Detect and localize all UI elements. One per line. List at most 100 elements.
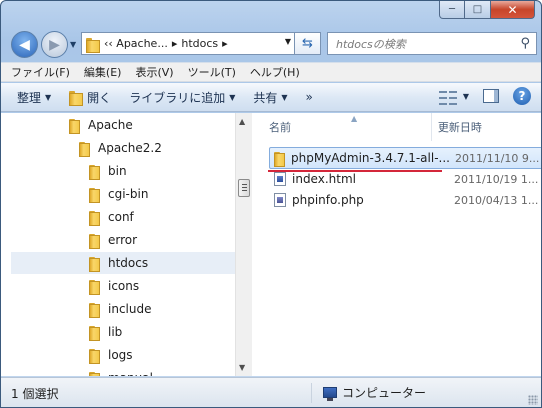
menu-help[interactable]: ヘルプ(H)	[250, 64, 300, 80]
grip-icon	[242, 184, 247, 185]
scroll-up-icon[interactable]: ▲	[239, 117, 245, 126]
tree-item-label: include	[108, 302, 152, 316]
file-row-phpmyadmin[interactable]: phpMyAdmin-3.4.7.1-all-... 2011/11/10 9.…	[268, 147, 541, 172]
navigation-scrollbar[interactable]: ▲ ▼	[235, 113, 252, 376]
open-label: 開く	[87, 90, 112, 105]
column-date-modified[interactable]: 更新日時	[432, 113, 541, 141]
tree-item-apache[interactable]: Apache	[69, 114, 133, 136]
scroll-down-icon[interactable]: ▼	[239, 363, 245, 372]
refresh-icon: ⇆	[302, 36, 313, 51]
tree-item-lib[interactable]: lib	[89, 321, 122, 343]
file-row-index-html[interactable]: index.html 2011/10/19 1...	[269, 168, 541, 190]
folder-icon	[89, 371, 100, 376]
status-bar: 1 個選択 コンピューター	[1, 377, 541, 407]
search-input[interactable]: htdocsの検索 ⚲	[327, 32, 537, 55]
sort-ascending-icon: ▲	[351, 114, 358, 123]
back-button[interactable]: ◀	[11, 31, 38, 58]
share-label: 共有	[253, 90, 278, 105]
folder-icon	[89, 302, 100, 318]
folder-icon	[89, 210, 100, 226]
caption-buttons: ─ □ ✕	[439, 1, 535, 21]
view-controls: ▼ ?	[438, 87, 531, 105]
tree-item-apache2.2[interactable]: Apache2.2	[79, 137, 162, 159]
menu-tools[interactable]: ツール(T)	[188, 64, 236, 80]
tree-item-htdocs[interactable]: htdocs	[11, 252, 235, 274]
menu-view[interactable]: 表示(V)	[135, 64, 173, 80]
tree-item-label: logs	[108, 348, 133, 362]
organize-label: 整理	[17, 90, 42, 105]
navigation-bar: ◀ ▶ ▼ ‹‹ Apache... ▸ htdocs ▸ ▼ ⇆ htdocs…	[9, 29, 537, 59]
folder-icon	[79, 141, 90, 157]
tree-item-label: icons	[108, 279, 140, 293]
address-separator[interactable]: ▸	[172, 37, 178, 50]
more-commands-label: »	[305, 90, 313, 104]
recent-pages-dropdown[interactable]: ▼	[70, 40, 76, 49]
tree-item-manual[interactable]: manual	[89, 367, 153, 376]
close-button[interactable]: ✕	[491, 1, 535, 19]
search-icon[interactable]: ⚲	[520, 36, 530, 51]
address-segment-current[interactable]: htdocs	[181, 37, 218, 50]
tree-item-label: htdocs	[108, 256, 149, 270]
address-dropdown-icon[interactable]: ▼	[285, 37, 291, 46]
status-divider	[311, 383, 312, 403]
folder-icon	[89, 187, 100, 203]
status-location: コンピューター	[323, 384, 426, 401]
menu-edit[interactable]: 編集(E)	[84, 64, 122, 80]
close-icon: ✕	[507, 2, 518, 17]
selection-count: 1 個選択	[11, 387, 59, 401]
forward-arrow-icon: ▶	[49, 36, 60, 53]
tree-item-error[interactable]: error	[89, 229, 137, 251]
column-date-label: 更新日時	[437, 121, 482, 134]
menu-bar: ファイル(F) 編集(E) 表示(V) ツール(T) ヘルプ(H)	[1, 62, 541, 82]
php-file-icon	[274, 193, 286, 207]
more-commands-button[interactable]: »	[306, 90, 313, 104]
help-icon[interactable]: ?	[513, 87, 531, 105]
folder-icon	[89, 256, 100, 272]
scroll-thumb[interactable]	[238, 179, 250, 197]
command-bar: 整理 ▼ 開く ライブラリに追加 ▼ 共有 ▼ » ▼ ?	[1, 83, 541, 112]
column-name[interactable]: ▲ 名前	[253, 113, 432, 141]
folder-icon	[86, 37, 100, 53]
tree-item-include[interactable]: include	[89, 298, 151, 320]
status-location-label: コンピューター	[342, 386, 427, 400]
tree-item-label: lib	[108, 325, 123, 339]
minimize-button[interactable]: ─	[439, 1, 465, 19]
tree-item-bin[interactable]: bin	[89, 160, 127, 182]
file-name: phpMyAdmin-3.4.7.1-all-...	[291, 151, 450, 165]
open-button[interactable]: 開く	[69, 89, 111, 106]
preview-pane-icon[interactable]	[483, 89, 499, 103]
folder-icon	[89, 348, 100, 364]
file-row-phpinfo-php[interactable]: phpinfo.php 2010/04/13 1...	[269, 189, 541, 211]
file-date: 2010/04/13 1...	[454, 193, 539, 207]
file-list-pane[interactable]: ▲ 名前 更新日時 phpMyAdmin-3.4.7.1-all-... 201…	[253, 113, 541, 376]
explorer-window: ─ □ ✕ ◀ ▶ ▼ ‹‹ Apache... ▸ htdocs ▸ ▼ ⇆ …	[0, 0, 542, 408]
tree-item-cgi-bin[interactable]: cgi-bin	[89, 183, 148, 205]
minimize-icon: ─	[448, 4, 456, 15]
chevron-down-icon: ▼	[462, 91, 469, 101]
tree-item-conf[interactable]: conf	[89, 206, 134, 228]
folder-icon	[89, 164, 100, 180]
tree-item-label: Apache2.2	[98, 141, 162, 155]
address-separator[interactable]: ▸	[222, 37, 228, 50]
tree-item-logs[interactable]: logs	[89, 344, 133, 366]
menu-file[interactable]: ファイル(F)	[11, 64, 70, 80]
computer-icon	[323, 387, 337, 401]
address-segment-parent[interactable]: ‹‹ Apache...	[104, 37, 168, 50]
tree-item-icons[interactable]: icons	[89, 275, 139, 297]
folder-icon	[69, 118, 80, 134]
open-folder-icon	[69, 90, 84, 106]
maximize-button[interactable]: □	[465, 1, 491, 19]
navigation-pane[interactable]: Apache Apache2.2 bin cgi-bin conf error	[1, 113, 235, 376]
refresh-button[interactable]: ⇆	[295, 32, 321, 55]
back-arrow-icon: ◀	[19, 36, 30, 53]
address-bar[interactable]: ‹‹ Apache... ▸ htdocs ▸ ▼	[81, 32, 295, 55]
forward-button[interactable]: ▶	[41, 31, 68, 58]
resize-grip-icon[interactable]	[528, 395, 538, 405]
share-button[interactable]: 共有 ▼	[253, 89, 287, 106]
maximize-icon: □	[472, 4, 483, 15]
content-area: Apache Apache2.2 bin cgi-bin conf error	[1, 113, 541, 376]
change-view-button[interactable]: ▼	[438, 89, 469, 105]
include-in-library-button[interactable]: ライブラリに追加 ▼	[129, 89, 235, 106]
organize-button[interactable]: 整理 ▼	[17, 89, 51, 106]
folder-icon	[89, 279, 100, 295]
